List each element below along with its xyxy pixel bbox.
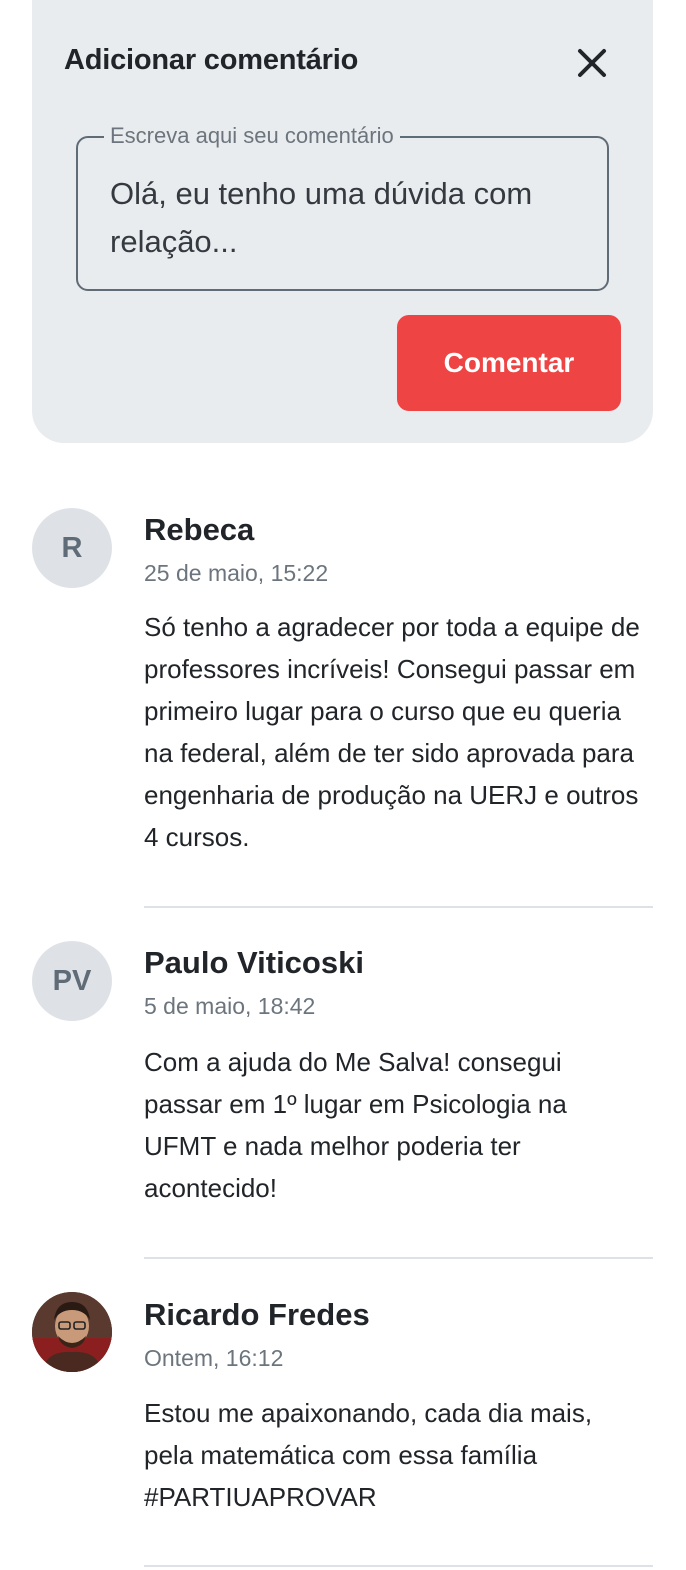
comment-divider	[144, 906, 653, 908]
comment-divider	[144, 1565, 653, 1567]
comment-date: 5 de maio, 18:42	[144, 993, 316, 1019]
comment-date: Ontem, 16:12	[144, 1345, 284, 1371]
comment-field-value[interactable]: Olá, eu tenho uma dúvida com relação...	[110, 170, 577, 266]
comment-author: Paulo Viticoski	[144, 945, 364, 980]
avatar: PV	[32, 941, 112, 1021]
close-icon[interactable]	[575, 46, 609, 80]
comment-text: Com a ajuda do Me Salva! consegui passar…	[144, 1047, 567, 1203]
comment-author: Rebeca	[144, 512, 255, 547]
comment-text: Estou me apaixonando, cada dia mais, pel…	[144, 1398, 593, 1512]
add-comment-card: Adicionar comentário Escreva aqui seu co…	[32, 0, 653, 443]
add-comment-title: Adicionar comentário	[64, 44, 359, 76]
comment-submit-button[interactable]: Comentar	[397, 315, 621, 411]
comment-divider	[144, 1257, 653, 1259]
comment-author: Ricardo Fredes	[144, 1297, 370, 1332]
comment-field-label: Escreva aqui seu comentário	[104, 123, 400, 149]
comment-text: Só tenho a agradecer por toda a equipe d…	[144, 612, 640, 852]
avatar: R	[32, 508, 112, 588]
avatar-photo	[32, 1292, 112, 1372]
comment-textarea[interactable]: Escreva aqui seu comentário Olá, eu tenh…	[76, 123, 609, 291]
comment-date: 25 de maio, 15:22	[144, 560, 329, 586]
